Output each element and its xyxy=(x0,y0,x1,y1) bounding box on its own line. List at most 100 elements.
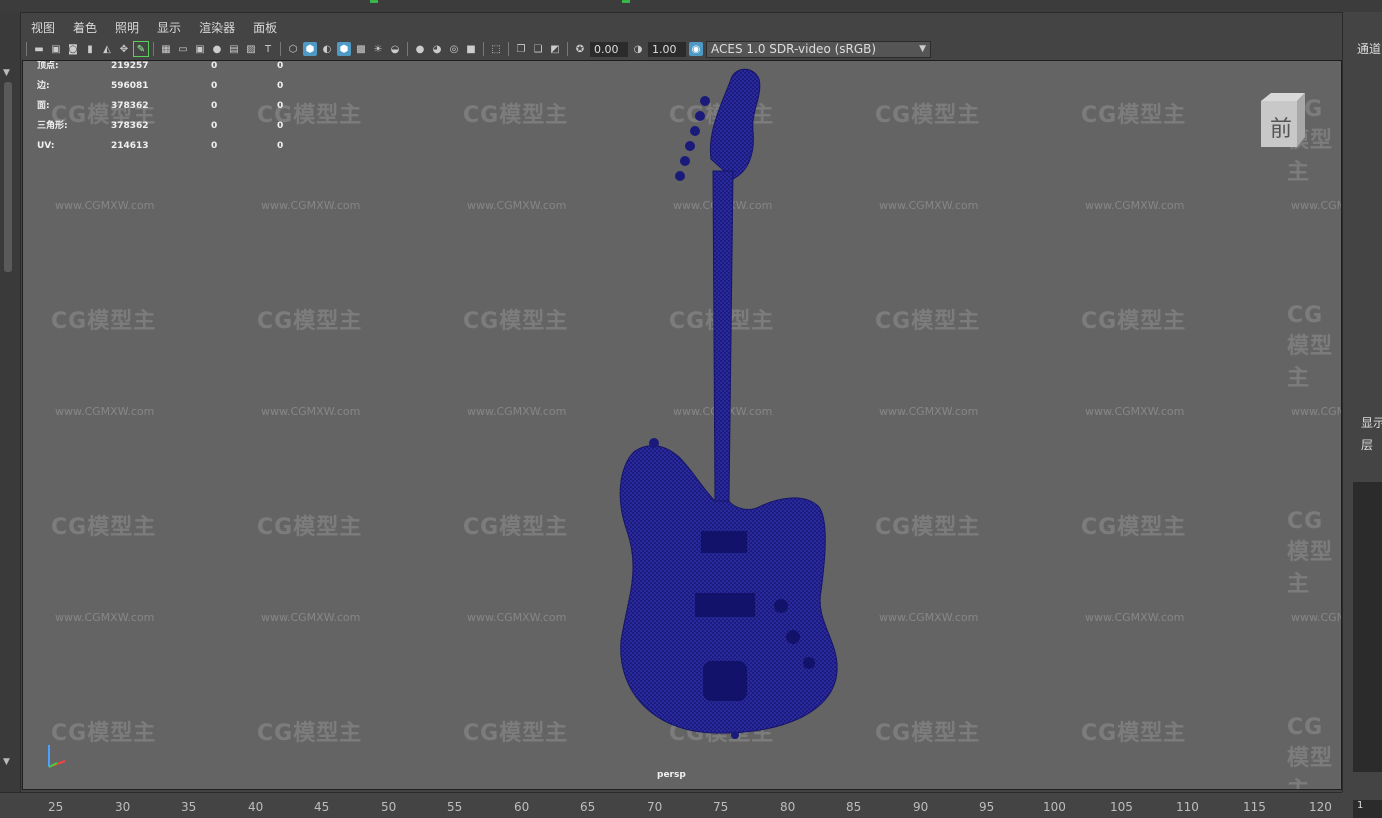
screen-space-ao-icon[interactable]: ● xyxy=(413,42,427,56)
menu-renderer[interactable]: 渲染器 xyxy=(190,16,244,38)
tab-display[interactable]: 显示 xyxy=(1361,414,1382,431)
view-transform-dropdown[interactable]: ACES 1.0 SDR-video (sRGB) ▼ xyxy=(706,40,931,58)
watermark-url: www.CGMXW.com xyxy=(879,405,979,418)
exposure-field[interactable]: 0.00 xyxy=(590,41,628,57)
exposure-icon[interactable]: ✪ xyxy=(573,42,587,56)
left-scrollbar[interactable] xyxy=(4,82,12,272)
3d-viewport[interactable]: CG模型主 CG模型主 CG模型主 CG模型主 CG模型主 CG模型主 CG模型… xyxy=(22,60,1342,790)
timeline-tick: 95 xyxy=(979,800,995,814)
guitar-headstock xyxy=(709,68,761,180)
guitar-wireframe-mesh[interactable] xyxy=(583,61,843,751)
watermark-logo: CG模型主 xyxy=(875,721,981,746)
timeline-tick: 65 xyxy=(580,800,596,814)
gamma-field[interactable]: 1.00 xyxy=(648,41,686,57)
menu-view[interactable]: 视图 xyxy=(22,16,64,38)
xray-icon[interactable]: ❐ xyxy=(514,42,528,56)
bookmark-camera-icon[interactable]: ◙ xyxy=(66,42,80,56)
top-strip xyxy=(0,0,1382,13)
menu-shading[interactable]: 着色 xyxy=(64,16,106,38)
layer-list[interactable] xyxy=(1353,482,1382,772)
smooth-shade-icon[interactable]: ⬢ xyxy=(303,42,317,56)
scroll-up-icon[interactable]: ▼ xyxy=(3,68,10,78)
timeline-tick: 110 xyxy=(1176,800,1199,814)
watermark-url: www.CGMXW.com xyxy=(261,199,361,212)
wireframe-icon[interactable]: ⬡ xyxy=(286,42,300,56)
xray-active-icon[interactable]: ◩ xyxy=(548,42,562,56)
color-management-icon[interactable]: ◉ xyxy=(689,42,703,56)
watermark-logo: CG模型主 xyxy=(875,309,981,334)
watermark-url: www.CGMXW.com xyxy=(55,405,155,418)
watermark-url: www.CGMXW.com xyxy=(1291,199,1341,212)
timeline-tick: 25 xyxy=(48,800,64,814)
watermark-url: www.CGMXW.com xyxy=(467,199,567,212)
grease-pencil-icon[interactable]: ✎ xyxy=(133,41,149,57)
hud-row-uvs: UV: 214613 0 0 xyxy=(37,141,284,151)
watermark-logo: CG模型主 xyxy=(875,103,981,128)
camera-attributes-icon[interactable]: ▣ xyxy=(49,42,63,56)
safe-title-icon[interactable]: T xyxy=(261,42,275,56)
hud-row-edges: 边: 596081 0 0 xyxy=(37,81,284,91)
resolution-gate-icon[interactable]: ▣ xyxy=(193,42,207,56)
camera-select-icon[interactable]: ▬ xyxy=(32,42,46,56)
safe-action-icon[interactable]: ▨ xyxy=(244,42,258,56)
watermark-url: www.CGMXW.com xyxy=(879,611,979,624)
timeline-tick: 60 xyxy=(514,800,530,814)
field-chart-icon[interactable]: ▤ xyxy=(227,42,241,56)
timeline-tick: 120 xyxy=(1309,800,1332,814)
guitar-neck xyxy=(712,170,734,502)
watermark-url: www.CGMXW.com xyxy=(1085,199,1185,212)
timeline-tick: 30 xyxy=(115,800,131,814)
watermark-url: www.CGMXW.com xyxy=(1085,405,1185,418)
bookmark-icon[interactable]: ▮ xyxy=(83,42,97,56)
2d-pan-zoom-icon[interactable]: ✥ xyxy=(117,42,131,56)
wireframe-on-shaded-icon[interactable]: ⬢ xyxy=(337,42,351,56)
watermark-url: www.CGMXW.com xyxy=(1085,611,1185,624)
gate-mask-icon[interactable]: ● xyxy=(210,42,224,56)
xray-joints-icon[interactable]: ❏ xyxy=(531,42,545,56)
menu-show[interactable]: 显示 xyxy=(148,16,190,38)
view-transform-value: ACES 1.0 SDR-video (sRGB) xyxy=(711,41,877,56)
watermark-url: www.CGMXW.com xyxy=(879,199,979,212)
watermark-url: www.CGMXW.com xyxy=(261,611,361,624)
default-material-icon[interactable]: ◐ xyxy=(320,42,334,56)
menu-panels[interactable]: 面板 xyxy=(244,16,286,38)
textured-icon[interactable]: ▩ xyxy=(354,42,368,56)
left-toolbox: ▼ ▼ xyxy=(0,12,21,792)
watermark-logo: CG模型主 xyxy=(875,515,981,540)
watermark-logo: CG模型主 xyxy=(51,309,157,334)
channel-box-panel: 通道 显示 层 1 xyxy=(1342,12,1382,818)
depth-of-field-icon[interactable]: ■ xyxy=(464,42,478,56)
camera-name-label: persp xyxy=(657,770,686,780)
chevron-down-icon: ▼ xyxy=(919,43,926,54)
grid-icon[interactable]: ▦ xyxy=(159,42,173,56)
gamma-icon[interactable]: ◑ xyxy=(631,42,645,56)
film-gate-icon[interactable]: ▭ xyxy=(176,42,190,56)
scroll-down-icon[interactable]: ▼ xyxy=(3,757,10,767)
watermark-url: www.CGMXW.com xyxy=(55,199,155,212)
time-slider[interactable]: 25 30 35 40 45 50 55 60 65 70 75 80 85 9… xyxy=(0,792,1342,817)
watermark-logo: CG模型主 xyxy=(463,309,569,334)
frame-field[interactable]: 1 xyxy=(1353,800,1382,818)
timeline-tick: 55 xyxy=(447,800,463,814)
watermark-logo: CG模型主 xyxy=(463,103,569,128)
anti-aliasing-icon[interactable]: ◎ xyxy=(447,42,461,56)
watermark-logo: CG模型主 xyxy=(1287,303,1334,391)
image-plane-icon[interactable]: ◭ xyxy=(100,42,114,56)
lights-icon[interactable]: ☀ xyxy=(371,42,385,56)
timeline-tick: 105 xyxy=(1110,800,1133,814)
watermark-url: www.CGMXW.com xyxy=(1291,405,1341,418)
keyframe-marker xyxy=(370,0,378,3)
timeline-tick: 80 xyxy=(780,800,796,814)
viewport-menubar: 视图 着色 照明 显示 渲染器 面板 xyxy=(22,16,286,38)
timeline-tick: 50 xyxy=(381,800,397,814)
viewcube-front-label[interactable]: 前 xyxy=(1263,111,1299,143)
watermark-url: www.CGMXW.com xyxy=(467,611,567,624)
motion-blur-icon[interactable]: ◕ xyxy=(430,42,444,56)
watermark-logo: CG模型主 xyxy=(1081,721,1187,746)
tab-channels[interactable]: 通道 xyxy=(1357,40,1381,57)
shadows-icon[interactable]: ◒ xyxy=(388,42,402,56)
timeline-tick: 70 xyxy=(647,800,663,814)
timeline-tick: 35 xyxy=(181,800,197,814)
isolate-select-icon[interactable]: ⬚ xyxy=(489,42,503,56)
menu-lighting[interactable]: 照明 xyxy=(106,16,148,38)
